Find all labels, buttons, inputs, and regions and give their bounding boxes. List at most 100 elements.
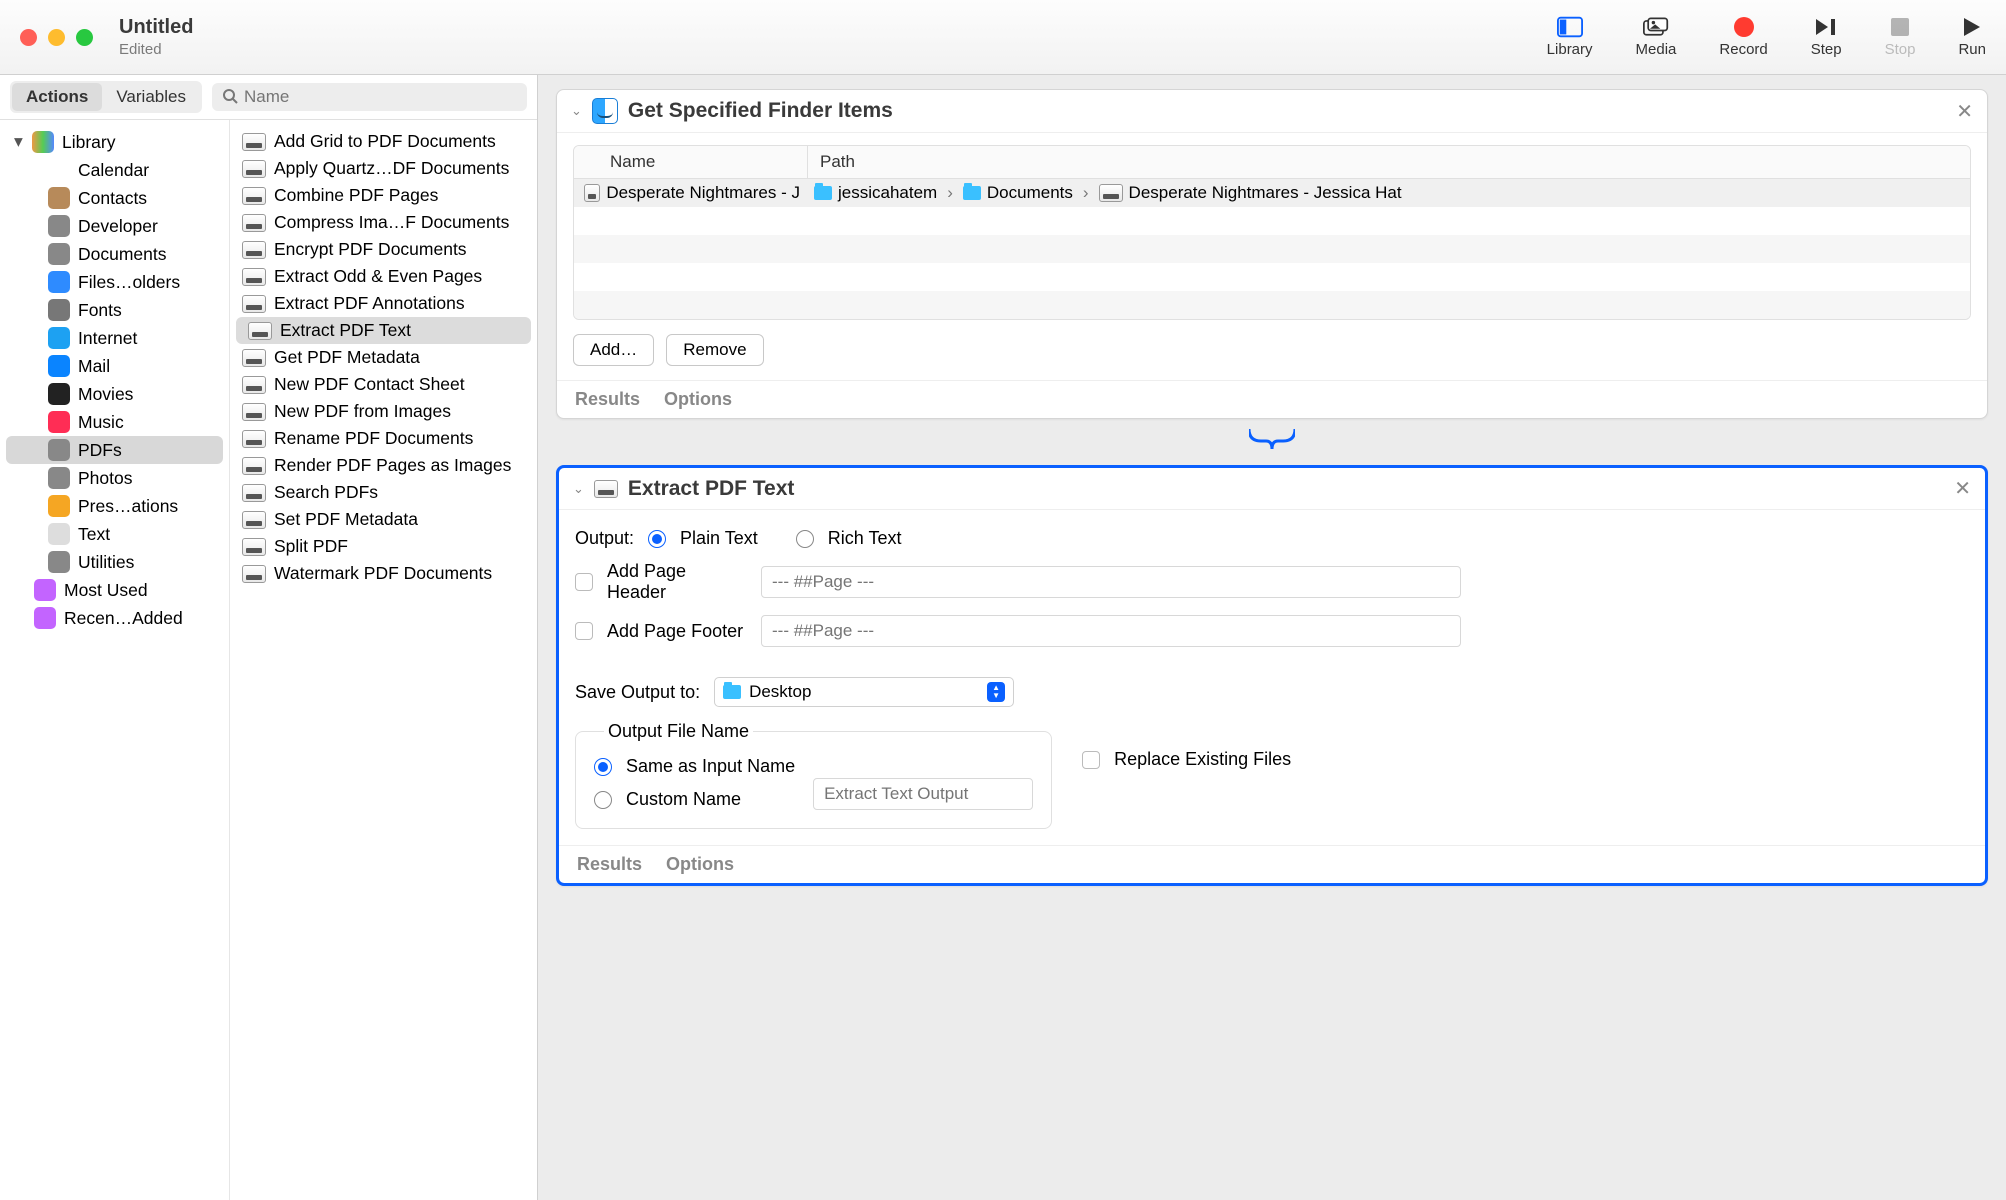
- table-header: Name Path: [574, 146, 1970, 179]
- library-tree[interactable]: ▾ Library CalendarContactsDeveloperDocum…: [0, 120, 230, 1200]
- close-icon[interactable]: ✕: [1956, 99, 1973, 124]
- action-item[interactable]: Extract Odd & Even Pages: [230, 263, 537, 290]
- chevron-down-icon[interactable]: ⌄: [571, 103, 582, 119]
- finder-table[interactable]: Name Path Desperate Nightmares - J jessi…: [573, 145, 1971, 320]
- chevron-down-icon[interactable]: ⌄: [573, 481, 584, 497]
- card-body: Name Path Desperate Nightmares - J jessi…: [557, 133, 1987, 380]
- sidebar-item-photos[interactable]: Photos: [0, 464, 229, 492]
- output-filename-group: Output File Name Same as Input Name: [575, 721, 1052, 829]
- action-item[interactable]: Render PDF Pages as Images: [230, 452, 537, 479]
- tab-actions[interactable]: Actions: [12, 83, 102, 111]
- sidebar-item-text[interactable]: Text: [0, 520, 229, 548]
- library-button[interactable]: Library: [1547, 16, 1593, 58]
- action-item[interactable]: Set PDF Metadata: [230, 506, 537, 533]
- sidebar-item-pdfs[interactable]: PDFs: [6, 436, 223, 464]
- action-item[interactable]: Rename PDF Documents: [230, 425, 537, 452]
- action-icon: [242, 538, 266, 556]
- replace-row: Replace Existing Files: [1082, 743, 1291, 776]
- save-row: Save Output to: Desktop ▲▼: [575, 671, 1969, 713]
- zoom-window-button[interactable]: [76, 29, 93, 46]
- custom-name-input[interactable]: [813, 778, 1033, 810]
- action-item[interactable]: Encrypt PDF Documents: [230, 236, 537, 263]
- sidebar-item-recen-added[interactable]: Recen…Added: [0, 604, 229, 632]
- action-item[interactable]: Get PDF Metadata: [230, 344, 537, 371]
- step-button[interactable]: Step: [1811, 16, 1842, 58]
- action-item[interactable]: New PDF Contact Sheet: [230, 371, 537, 398]
- category-icon: [48, 243, 70, 265]
- sidebar-item-most-used[interactable]: Most Used: [0, 576, 229, 604]
- traffic-lights: [20, 29, 93, 46]
- action-item[interactable]: Split PDF: [230, 533, 537, 560]
- save-location-select[interactable]: Desktop ▲▼: [714, 677, 1014, 707]
- sidebar-item-developer[interactable]: Developer: [0, 212, 229, 240]
- media-button[interactable]: Media: [1636, 16, 1677, 58]
- workflow-card-finder-items[interactable]: ⌄ Get Specified Finder Items ✕ Name Path: [556, 89, 1988, 419]
- run-button[interactable]: Run: [1958, 16, 1986, 58]
- radio-plain-text[interactable]: [648, 530, 666, 548]
- check-replace[interactable]: [1082, 751, 1100, 769]
- action-item[interactable]: Apply Quartz…DF Documents: [230, 155, 537, 182]
- sidebar-item-mail[interactable]: Mail: [0, 352, 229, 380]
- pdf-action-icon: [594, 480, 618, 498]
- sidebar-item-files-olders[interactable]: Files…olders: [0, 268, 229, 296]
- radio-custom-name[interactable]: [594, 791, 612, 809]
- action-item[interactable]: Extract PDF Text: [236, 317, 531, 344]
- action-list[interactable]: Add Grid to PDF DocumentsApply Quartz…DF…: [230, 120, 537, 1200]
- library-toolbar: Actions Variables: [0, 75, 537, 120]
- header-input[interactable]: [761, 566, 1461, 598]
- check-add-header[interactable]: [575, 573, 593, 591]
- library-split: ▾ Library CalendarContactsDeveloperDocum…: [0, 120, 537, 1200]
- action-icon: [242, 241, 266, 259]
- action-icon: [242, 457, 266, 475]
- action-icon: [242, 214, 266, 232]
- options-tab[interactable]: Options: [664, 389, 732, 410]
- workflow-pane[interactable]: ⌄ Get Specified Finder Items ✕ Name Path: [538, 75, 2006, 1200]
- tab-variables[interactable]: Variables: [102, 83, 200, 111]
- tree-root[interactable]: ▾ Library: [0, 128, 229, 156]
- minimize-window-button[interactable]: [48, 29, 65, 46]
- action-item[interactable]: New PDF from Images: [230, 398, 537, 425]
- sidebar-item-internet[interactable]: Internet: [0, 324, 229, 352]
- action-item[interactable]: Watermark PDF Documents: [230, 560, 537, 587]
- radio-same-name[interactable]: [594, 758, 612, 776]
- action-icon: [242, 160, 266, 178]
- sidebar-item-utilities[interactable]: Utilities: [0, 548, 229, 576]
- action-item[interactable]: Compress Ima…F Documents: [230, 209, 537, 236]
- close-icon[interactable]: ✕: [1954, 476, 1971, 501]
- radio-rich-text[interactable]: [796, 530, 814, 548]
- chevron-down-icon[interactable]: ▾: [14, 131, 24, 152]
- options-tab[interactable]: Options: [666, 854, 734, 875]
- record-button[interactable]: Record: [1719, 16, 1767, 58]
- sidebar-item-pres-ations[interactable]: Pres…ations: [0, 492, 229, 520]
- action-item[interactable]: Add Grid to PDF Documents: [230, 128, 537, 155]
- sidebar-item-calendar[interactable]: Calendar: [0, 156, 229, 184]
- sidebar-item-documents[interactable]: Documents: [0, 240, 229, 268]
- check-add-footer[interactable]: [575, 622, 593, 640]
- remove-button[interactable]: Remove: [666, 334, 763, 366]
- action-item[interactable]: Search PDFs: [230, 479, 537, 506]
- action-icon: [248, 322, 272, 340]
- add-button[interactable]: Add…: [573, 334, 654, 366]
- search-input[interactable]: [244, 87, 517, 107]
- action-item[interactable]: Combine PDF Pages: [230, 182, 537, 209]
- column-path[interactable]: Path: [808, 146, 1970, 178]
- sidebar-item-movies[interactable]: Movies: [0, 380, 229, 408]
- footer-input[interactable]: [761, 615, 1461, 647]
- results-tab[interactable]: Results: [575, 389, 640, 410]
- close-window-button[interactable]: [20, 29, 37, 46]
- results-tab[interactable]: Results: [577, 854, 642, 875]
- workflow-connector: [556, 429, 1988, 455]
- sidebar-item-contacts[interactable]: Contacts: [0, 184, 229, 212]
- action-item[interactable]: Extract PDF Annotations: [230, 290, 537, 317]
- workflow-card-extract-pdf[interactable]: ⌄ Extract PDF Text ✕ Output: Plain Text …: [556, 465, 1988, 886]
- library-segment[interactable]: Actions Variables: [10, 81, 202, 113]
- window-subtitle: Edited: [119, 41, 193, 58]
- sidebar-item-music[interactable]: Music: [0, 408, 229, 436]
- sidebar-item-fonts[interactable]: Fonts: [0, 296, 229, 324]
- library-search[interactable]: [212, 83, 527, 111]
- stop-button[interactable]: Stop: [1885, 16, 1916, 58]
- category-icon: [48, 327, 70, 349]
- column-name[interactable]: Name: [598, 146, 808, 178]
- search-icon: [222, 88, 238, 107]
- table-row[interactable]: Desperate Nightmares - J jessicahatem › …: [574, 179, 1970, 207]
